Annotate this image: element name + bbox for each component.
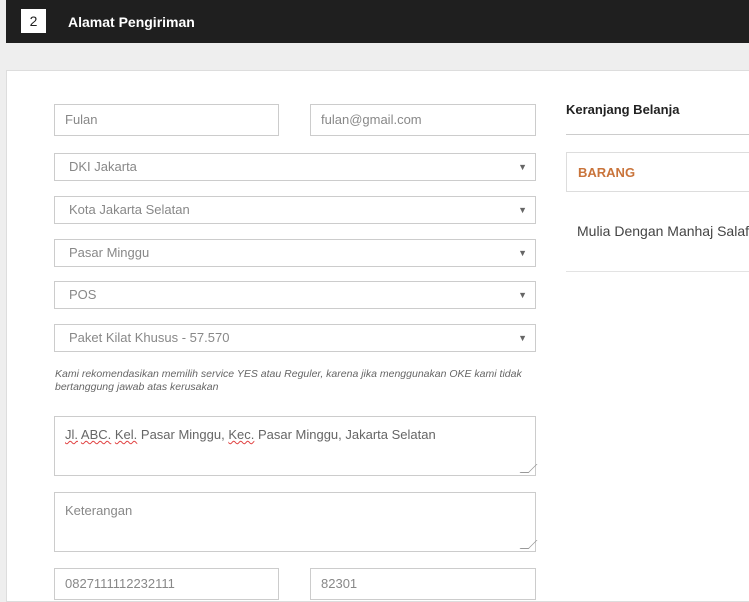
courier-select[interactable]: POS ▼	[54, 281, 536, 309]
district-select[interactable]: Pasar Minggu ▼	[54, 239, 536, 267]
cart-table-header: BARANG	[566, 152, 749, 192]
chevron-down-icon: ▼	[518, 162, 527, 172]
address-part: Kel.	[114, 427, 138, 442]
phone-value: 0827111112232111	[65, 576, 175, 591]
city-select[interactable]: Kota Jakarta Selatan ▼	[54, 196, 536, 224]
cart-item-name: Mulia Dengan Manhaj Salaf	[577, 223, 749, 239]
address-part: Pasar Minggu,	[137, 427, 229, 442]
province-value: DKI Jakarta	[69, 159, 137, 174]
email-input[interactable]: fulan@gmail.com	[310, 104, 536, 136]
cart-column-header: BARANG	[578, 165, 636, 180]
courier-value: POS	[69, 287, 97, 302]
section-header: 2 Alamat Pengiriman	[6, 0, 749, 43]
address-part: Pasar Minggu, Jakarta Selatan	[254, 427, 436, 442]
cart-divider	[566, 271, 749, 272]
name-input[interactable]: Fulan	[54, 104, 279, 136]
postal-code-input[interactable]: 82301	[310, 568, 536, 600]
chevron-down-icon: ▼	[518, 205, 527, 215]
service-select[interactable]: Paket Kilat Khusus - 57.570 ▼	[54, 324, 536, 352]
postal-value: 82301	[321, 576, 358, 591]
email-value: fulan@gmail.com	[321, 112, 422, 127]
name-value: Fulan	[65, 112, 98, 127]
chevron-down-icon: ▼	[518, 248, 527, 258]
chevron-down-icon: ▼	[518, 333, 527, 343]
resize-handle[interactable]	[519, 464, 538, 473]
address-part: Jl.	[65, 427, 78, 442]
remarks-placeholder: Keterangan	[65, 503, 133, 518]
resize-handle[interactable]	[519, 540, 538, 549]
district-value: Pasar Minggu	[69, 245, 150, 260]
province-select[interactable]: DKI Jakarta ▼	[54, 153, 536, 181]
service-note: Kami rekomendasikan memilih service YES …	[55, 368, 522, 393]
chevron-down-icon: ▼	[518, 290, 527, 300]
city-value: Kota Jakarta Selatan	[69, 202, 190, 217]
phone-input[interactable]: 0827111112232111	[54, 568, 279, 600]
service-value: Paket Kilat Khusus - 57.570	[69, 330, 230, 345]
cart-divider	[566, 134, 749, 135]
address-part: ABC.	[80, 427, 112, 442]
remarks-textarea[interactable]: Keterangan	[54, 492, 538, 552]
shipping-panel: Fulan fulan@gmail.com DKI Jakarta ▼ Kota…	[6, 70, 749, 602]
address-part: Kec.	[228, 427, 255, 442]
address-textarea[interactable]: Jl. ABC. Kel. Pasar Minggu, Kec. Pasar M…	[54, 416, 538, 476]
step-number: 2	[21, 9, 46, 33]
cart-title: Keranjang Belanja	[566, 102, 680, 117]
section-title: Alamat Pengiriman	[68, 14, 195, 30]
